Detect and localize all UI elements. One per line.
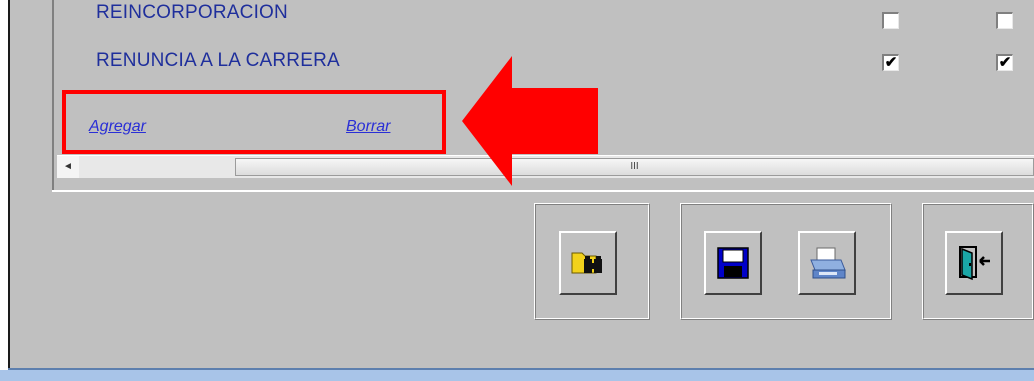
exit-button[interactable] — [945, 231, 1003, 295]
save-button[interactable] — [704, 231, 762, 295]
grid-left-border — [52, 0, 54, 190]
row-2-checkbox-col2[interactable]: ✔ — [996, 54, 1013, 71]
exit-door-icon — [959, 246, 990, 281]
search-button[interactable] — [559, 231, 617, 295]
row-1-checkbox-col2[interactable] — [996, 12, 1013, 29]
search-folder-icon — [571, 252, 602, 274]
check-mark-icon: ✔ — [884, 54, 898, 71]
highlight-box — [62, 90, 446, 154]
scroll-thumb[interactable]: III — [235, 158, 1034, 176]
printer-icon — [810, 247, 846, 279]
window-left-edge — [8, 0, 10, 370]
red-arrow-icon — [462, 56, 598, 186]
print-button[interactable] — [798, 231, 856, 295]
row-label-renuncia: RENUNCIA A LA CARRERA — [96, 50, 340, 71]
row-label-reincorporacion: REINCORPORACION — [96, 2, 288, 23]
scroll-left-arrow-icon[interactable]: ◄ — [57, 156, 79, 178]
window-bottom-border — [0, 370, 1034, 381]
check-mark-icon: ✔ — [998, 54, 1012, 71]
grid-bottom-border — [52, 190, 1034, 192]
row-2-checkbox-col1[interactable]: ✔ — [882, 54, 899, 71]
save-disk-icon — [717, 247, 749, 279]
row-1-checkbox-col1[interactable] — [882, 12, 899, 29]
